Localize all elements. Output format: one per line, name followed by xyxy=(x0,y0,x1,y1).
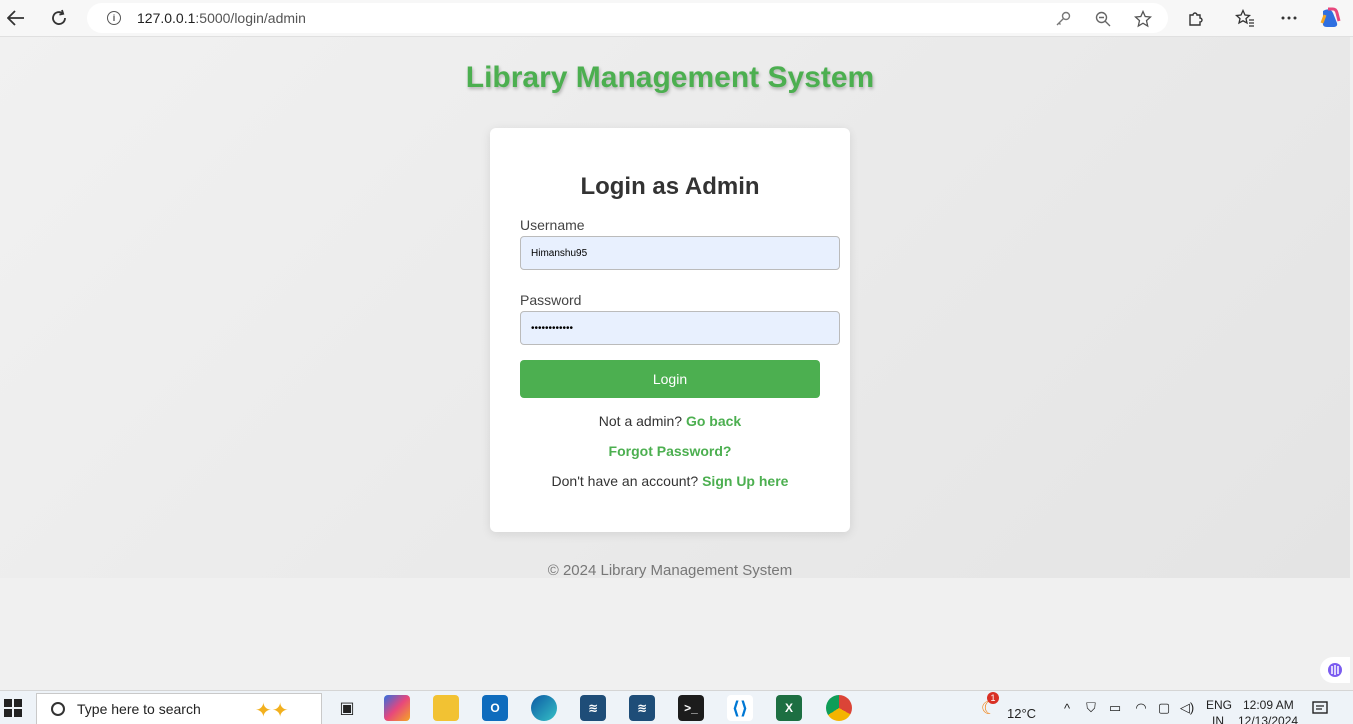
site-title: Library Management System xyxy=(465,61,875,94)
taskbar: Type here to search ✦✦ ▣ O ≋ ≋ >_ ⟨⟩ X ☾… xyxy=(0,690,1353,724)
chrome-icon[interactable] xyxy=(826,695,852,721)
username-label: Username xyxy=(520,217,585,233)
not-admin-text: Not a admin? xyxy=(598,413,683,429)
search-icon xyxy=(51,702,65,716)
favorites-icon[interactable] xyxy=(1233,6,1257,30)
signup-line: Don't have an account? Sign Up here xyxy=(490,473,850,489)
language-indicator[interactable]: ENG xyxy=(1206,698,1232,712)
battery-icon[interactable]: ▭ xyxy=(1107,700,1123,716)
reload-icon[interactable] xyxy=(44,4,74,32)
copilot-icon[interactable] xyxy=(1318,6,1342,30)
password-field[interactable] xyxy=(520,311,840,345)
weather-temperature[interactable]: 12°C xyxy=(1007,706,1036,721)
copilot-sidebar-icon[interactable] xyxy=(1320,657,1350,683)
key-icon[interactable] xyxy=(1053,9,1073,29)
terminal-icon[interactable]: >_ xyxy=(678,695,704,721)
task-view-icon[interactable]: ▣ xyxy=(334,695,360,721)
page-footer: © 2024 Library Management System xyxy=(547,562,793,579)
extensions-icon[interactable] xyxy=(1184,6,1208,30)
file-explorer-icon[interactable] xyxy=(433,695,459,721)
signup-link[interactable]: Sign Up here xyxy=(702,473,788,489)
mysql-workbench-icon-2[interactable]: ≋ xyxy=(629,695,655,721)
security-icon[interactable]: ⛉ xyxy=(1083,700,1099,716)
back-icon[interactable] xyxy=(1,4,31,32)
mysql-workbench-icon[interactable]: ≋ xyxy=(580,695,606,721)
go-back-link[interactable]: Go back xyxy=(686,413,741,429)
edge-icon[interactable] xyxy=(531,695,557,721)
clock-time[interactable]: 12:09 AM xyxy=(1243,698,1294,712)
page-content: Library Management System Login as Admin… xyxy=(0,37,1350,579)
password-label: Password xyxy=(520,292,582,308)
no-account-text: Don't have an account? xyxy=(551,473,699,489)
excel-icon[interactable]: X xyxy=(776,695,802,721)
login-title: Login as Admin xyxy=(580,173,760,200)
more-options-icon[interactable] xyxy=(1277,6,1301,30)
username-field[interactable] xyxy=(520,236,840,270)
taskbar-search-placeholder: Type here to search xyxy=(77,701,201,717)
weather-badge: 1 xyxy=(987,692,999,704)
clock-date[interactable]: 12/13/2024 xyxy=(1238,714,1298,724)
vscode-icon[interactable]: ⟨⟩ xyxy=(727,695,753,721)
show-hidden-icons-chevron-icon[interactable]: ^ xyxy=(1059,700,1075,716)
language-region: IN xyxy=(1212,714,1224,724)
copilot-app-icon[interactable] xyxy=(384,695,410,721)
meet-now-icon[interactable]: ▢ xyxy=(1156,700,1172,716)
notifications-icon[interactable] xyxy=(1312,700,1328,716)
windows-start-icon[interactable] xyxy=(4,699,22,717)
address-bar[interactable]: i 127.0.0.1:5000/login/admin xyxy=(87,3,1168,33)
forgot-password-link[interactable]: Forgot Password? xyxy=(609,443,732,459)
not-admin-line: Not a admin? Go back xyxy=(490,413,850,429)
volume-icon[interactable]: ◁) xyxy=(1179,700,1195,716)
login-card: Login as Admin Username Password Login N… xyxy=(490,128,850,532)
search-highlights-icon: ✦✦ xyxy=(255,700,289,722)
url-text[interactable]: 127.0.0.1:5000/login/admin xyxy=(137,10,306,26)
taskbar-search-box[interactable]: Type here to search ✦✦ xyxy=(36,693,322,724)
outlook-icon[interactable]: O xyxy=(482,695,508,721)
site-info-icon[interactable]: i xyxy=(107,11,121,25)
favorite-star-icon[interactable] xyxy=(1133,9,1153,29)
login-button[interactable]: Login xyxy=(520,360,820,398)
browser-toolbar: i 127.0.0.1:5000/login/admin xyxy=(0,0,1353,37)
wifi-icon[interactable]: ◠ xyxy=(1133,700,1149,716)
zoom-out-icon[interactable] xyxy=(1093,9,1113,29)
forgot-password-line: Forgot Password? xyxy=(490,443,850,459)
